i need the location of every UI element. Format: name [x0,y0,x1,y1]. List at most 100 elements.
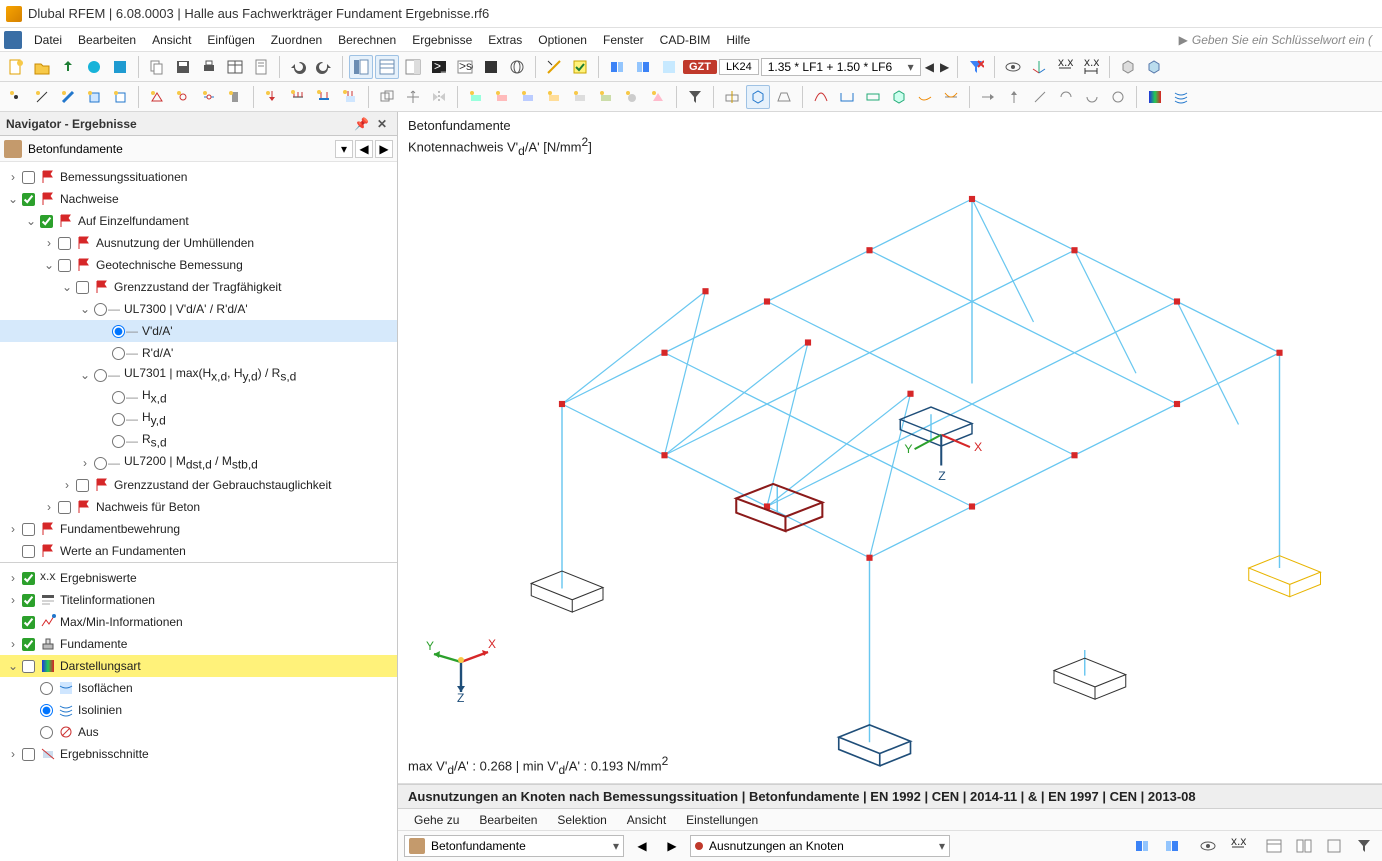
results-filter-icon[interactable] [1352,834,1376,858]
redo-icon[interactable] [312,55,336,79]
tree-row[interactable]: ›Titelinformationen [0,589,397,611]
tree-row[interactable]: ›Nachweis für Beton [0,496,397,518]
tree-row[interactable]: ›Bemessungssituationen [0,166,397,188]
results-menu-selektion[interactable]: Selektion [547,813,616,827]
dimension-icon[interactable]: x.xx [1079,55,1103,79]
tree-row[interactable]: —Rs,d [0,430,397,452]
results-prev-icon[interactable]: ◀ [630,834,654,858]
globe-icon[interactable] [505,55,529,79]
results-loadcase-prev-icon[interactable] [1130,834,1154,858]
deform-icon[interactable] [913,85,937,109]
star-opening-icon[interactable] [108,85,132,109]
tree-radio[interactable] [94,303,107,316]
star-nodeload-icon[interactable] [260,85,284,109]
tree-radio[interactable] [112,435,125,448]
tree-row[interactable]: ⌄—UL7301 | max(Hx,d, Hy,d) / Rs,d [0,364,397,386]
expand-icon[interactable]: › [78,456,92,470]
tree-row[interactable]: ›—UL7200 | Mdst,d / Mstb,d [0,452,397,474]
results-menu-geheto[interactable]: Gehe zu [404,813,469,827]
tree-row[interactable]: —Hx,d [0,386,397,408]
block-icon[interactable] [108,55,132,79]
star-set4-icon[interactable] [542,85,566,109]
view-workplane-icon[interactable] [720,85,744,109]
tree-row[interactable]: ›Fundamentbewehrung [0,518,397,540]
menu-berechnen[interactable]: Berechnen [330,28,404,52]
expand-icon[interactable]: ⌄ [6,192,20,206]
expand-icon[interactable]: ⌄ [78,368,92,382]
expand-icon[interactable]: › [6,637,20,651]
star-support-icon[interactable] [145,85,169,109]
menu-ergebnisse[interactable]: Ergebnisse [404,28,480,52]
expand-icon[interactable]: › [6,747,20,761]
navigator-pin-icon[interactable]: 📌 [350,117,373,131]
navigator-dropdown-icon[interactable]: ▾ [335,140,353,158]
menu-ansicht[interactable]: Ansicht [144,28,199,52]
star-node-icon[interactable] [4,85,28,109]
axis-setup-icon[interactable] [1027,55,1051,79]
support-react-y-icon[interactable] [1002,85,1026,109]
app-menu-icon[interactable] [4,31,22,49]
tree-checkbox[interactable] [22,616,35,629]
keyword-hint[interactable]: Geben Sie ein Schlüsselwort ein ( [1192,33,1378,47]
tree-radio[interactable] [112,325,125,338]
tree-row[interactable]: ⌄Auf Einzelfundament [0,210,397,232]
tree-row[interactable]: ⌄Grenzzustand der Tragfähigkeit [0,276,397,298]
tree-row[interactable]: ⌄Nachweise [0,188,397,210]
diagram-v-icon[interactable] [835,85,859,109]
view-persp-icon[interactable] [772,85,796,109]
tree-row[interactable]: Aus [0,721,397,743]
results-eye-icon[interactable] [1196,834,1220,858]
expand-icon[interactable]: ⌄ [42,258,56,272]
tree-radio[interactable] [112,391,125,404]
results-menu-einstellungen[interactable]: Einstellungen [676,813,768,827]
upload-icon[interactable] [56,55,80,79]
tree-checkbox[interactable] [58,501,71,514]
expand-icon[interactable]: ⌄ [60,280,74,294]
navigator-next-icon[interactable]: ▶ [375,140,393,158]
viewport[interactable]: Betonfundamente Knotennachweis V'd/A' [N… [398,112,1382,861]
filter-clear-icon[interactable] [964,55,988,79]
tree-radio[interactable] [40,682,53,695]
copy-icon[interactable] [145,55,169,79]
navigator-category-label[interactable]: Betonfundamente [28,142,333,156]
tree-checkbox[interactable] [76,479,89,492]
show-values-icon[interactable]: x.xx [1053,55,1077,79]
report-icon[interactable] [249,55,273,79]
copy-obj-icon[interactable] [375,85,399,109]
star-set3-icon[interactable] [516,85,540,109]
loadcase-left-icon[interactable]: ◀ [923,60,936,74]
star-release-icon[interactable] [197,85,221,109]
panel-icon[interactable] [401,55,425,79]
result-colors-icon[interactable] [1143,85,1167,109]
tree-row[interactable]: ⌄—UL7300 | V'd/A' / R'd/A' [0,298,397,320]
mirror-obj-icon[interactable] [427,85,451,109]
tree-row[interactable]: ›Grenzzustand der Gebrauchstauglichkeit [0,474,397,496]
results-next-icon[interactable]: ▶ [660,834,684,858]
measure-icon[interactable] [542,55,566,79]
results-category-combo[interactable]: Betonfundamente ▾ [404,835,624,857]
diagram-n-icon[interactable] [861,85,885,109]
star-surface-icon[interactable] [82,85,106,109]
navigator-data-icon[interactable] [349,55,373,79]
tree-row[interactable]: ⌄Geotechnische Bemessung [0,254,397,276]
result-toggle-icon[interactable] [568,55,592,79]
loadcase-next-icon[interactable] [631,55,655,79]
star-hinge-icon[interactable] [171,85,195,109]
star-section-icon[interactable] [223,85,247,109]
star-set5-icon[interactable] [568,85,592,109]
menu-zuordnen[interactable]: Zuordnen [263,28,330,52]
navigator-close-icon[interactable]: ✕ [373,117,391,131]
tree-radio[interactable] [40,704,53,717]
table-icon[interactable] [223,55,247,79]
tree-checkbox[interactable] [58,259,71,272]
tree-row[interactable]: ›Fundamente [0,633,397,655]
eye-icon[interactable] [1001,55,1025,79]
menu-extras[interactable]: Extras [480,28,530,52]
loadcase-tag[interactable]: GZT [683,60,717,74]
navigator-prev-icon[interactable]: ◀ [355,140,373,158]
filter-icon[interactable] [683,85,707,109]
expand-icon[interactable]: ⌄ [24,214,38,228]
result-isolines-icon[interactable] [1169,85,1193,109]
tree-row[interactable]: —V'd/A' [0,320,397,342]
results-type-combo[interactable]: Ausnutzungen an Knoten ▾ [690,835,950,857]
